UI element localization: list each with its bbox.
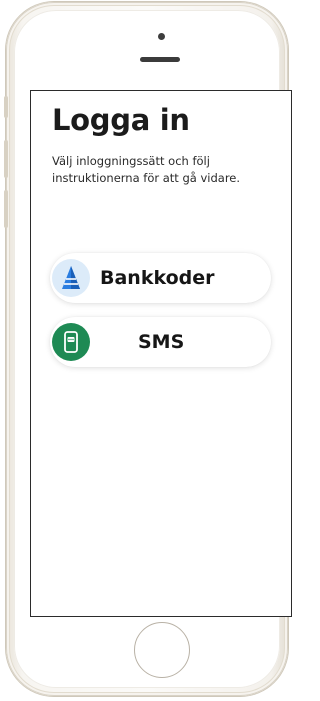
volume-up-button [4, 140, 8, 178]
earpiece-speaker [140, 57, 180, 62]
page-subtitle: Välj inloggningssätt och följ instruktio… [52, 154, 241, 185]
page-title: Logga in [52, 103, 190, 137]
bank-id-icon [52, 259, 90, 297]
volume-down-button [4, 190, 8, 228]
bankkoder-button[interactable]: Bankkoder [50, 253, 271, 303]
front-camera [158, 33, 165, 40]
sms-label: SMS [138, 331, 185, 353]
home-button[interactable] [134, 622, 190, 678]
sms-button[interactable]: SMS [50, 317, 271, 367]
mute-switch [4, 96, 8, 118]
phone-screen: Logga in Välj inloggningssätt och följ i… [30, 90, 292, 617]
bankkoder-label: Bankkoder [100, 267, 215, 289]
sms-phone-icon [52, 323, 90, 361]
